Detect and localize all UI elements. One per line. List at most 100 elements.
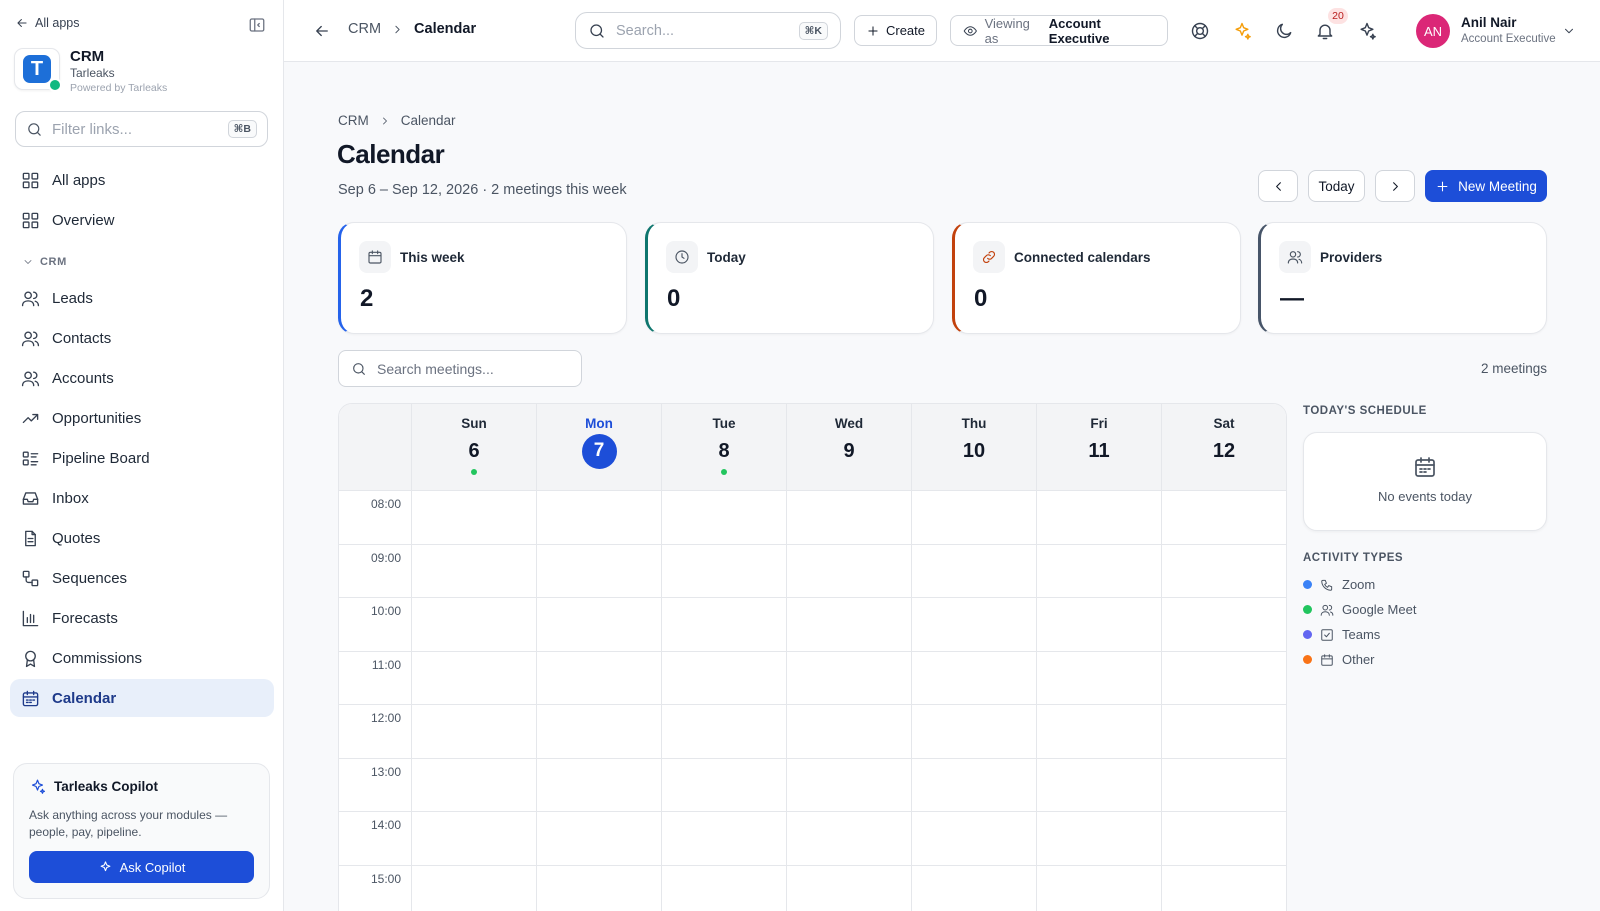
copilot-title: Tarleaks Copilot — [54, 779, 159, 794]
hour-row[interactable]: 10:00 — [339, 598, 1286, 652]
avatar[interactable]: AN — [1416, 14, 1450, 48]
sidebar-item-all-apps[interactable]: All apps — [10, 161, 274, 199]
moon-icon[interactable] — [1274, 21, 1294, 41]
sidebar-item-label: Opportunities — [52, 409, 142, 427]
create-button[interactable]: Create — [854, 15, 937, 46]
grid-divider — [536, 491, 537, 911]
chevron-down-icon[interactable] — [1562, 24, 1576, 38]
hour-row[interactable]: 09:00 — [339, 545, 1286, 598]
day-header-mon[interactable]: Mon 7 — [536, 404, 661, 491]
page-subtitle: Sep 6 – Sep 12, 2026 · 2 meetings this w… — [338, 182, 627, 198]
phone-icon — [1321, 579, 1333, 591]
notification-count-badge: 20 — [1328, 8, 1348, 24]
stat-label: Providers — [1320, 250, 1383, 265]
previous-week-button[interactable] — [1258, 170, 1298, 202]
chevron-down-icon — [24, 260, 32, 264]
search-icon — [353, 362, 365, 375]
chevron-right-icon — [1392, 181, 1398, 191]
sidebar-section-crm[interactable]: CRM — [22, 256, 67, 268]
sidebar-item-label: All apps — [52, 171, 106, 189]
breadcrumb-crm[interactable]: CRM — [348, 21, 381, 37]
hour-label: 15:00 — [370, 871, 401, 886]
day-header-sun[interactable]: Sun 6 — [411, 404, 536, 491]
back-label: All apps — [35, 16, 80, 30]
sidebar-item-contacts[interactable]: Contacts — [10, 319, 274, 357]
event-indicator-dot — [721, 469, 727, 475]
grid-divider — [911, 491, 912, 911]
list-icon — [22, 450, 39, 466]
user-name[interactable]: Anil Nair — [1461, 15, 1517, 30]
sidebar-item-sequences[interactable]: Sequences — [10, 559, 274, 597]
calendar-header: Sun 6 Mon 7 Tue 8 Wed 9 Thu 10 Fri 11 Sa… — [339, 404, 1286, 491]
sidebar-item-label: Sequences — [52, 569, 128, 587]
day-name: Sun — [461, 416, 487, 431]
hour-label: 14:00 — [370, 818, 401, 832]
sidebar-item-calendar[interactable]: Calendar — [10, 679, 274, 717]
sidebar-item-commissions[interactable]: Commissions — [10, 639, 274, 677]
event-indicator-dot — [471, 469, 477, 475]
users-icon — [1287, 251, 1303, 264]
sidebar-collapse-icon[interactable] — [248, 16, 266, 34]
chevron-right-icon — [395, 25, 400, 33]
new-meeting-button[interactable]: New Meeting — [1425, 170, 1547, 202]
hour-row[interactable]: 13:00 — [339, 759, 1286, 812]
filter-links-input[interactable]: Filter links... ⌘B — [15, 111, 268, 147]
grid-divider — [1161, 491, 1162, 911]
sidebar-item-overview[interactable]: Overview — [10, 201, 274, 239]
hour-row[interactable]: 15:00 — [339, 866, 1286, 911]
sidebar-item-leads[interactable]: Leads — [10, 279, 274, 317]
hour-row[interactable]: 11:00 — [339, 652, 1286, 705]
hour-row[interactable]: 12:00 — [339, 705, 1286, 759]
meeting-search-input[interactable]: Search meetings... — [338, 350, 582, 387]
grid-divider — [1036, 491, 1037, 911]
day-name: Sat — [1213, 416, 1235, 431]
calendar-icon — [1321, 653, 1333, 666]
user-role: Account Executive — [1461, 33, 1556, 45]
day-header-wed[interactable]: Wed 9 — [786, 404, 911, 491]
viewing-role: Account Executive — [1048, 15, 1110, 46]
bell-icon[interactable] — [1315, 21, 1335, 41]
clock-icon — [675, 250, 689, 264]
hour-row[interactable]: 08:00 — [339, 491, 1286, 545]
day-header-sat[interactable]: Sat 12 — [1161, 404, 1286, 491]
activity-type-google-meet: Google Meet — [1303, 602, 1416, 617]
breadcrumb: CRM Calendar — [348, 21, 476, 37]
day-name: Tue — [712, 416, 736, 431]
sparkles-icon — [31, 779, 46, 794]
sidebar-item-forecasts[interactable]: Forecasts — [10, 599, 274, 637]
sidebar-item-quotes[interactable]: Quotes — [10, 519, 274, 557]
workflow-icon — [22, 570, 39, 586]
day-header-fri[interactable]: Fri 11 — [1036, 404, 1161, 491]
arrow-left-icon[interactable] — [313, 22, 331, 40]
back-to-all-apps-link[interactable]: All apps — [15, 16, 79, 30]
stat-value: 0 — [667, 285, 681, 312]
copilot-description: Ask anything across your modules — peopl… — [29, 808, 228, 839]
sidebar-item-opportunities[interactable]: Opportunities — [10, 399, 274, 437]
brand: T CRM Tarleaks Powered by Tarleaks — [14, 48, 167, 94]
sidebar-item-accounts[interactable]: Accounts — [10, 359, 274, 397]
week-calendar-grid: Sun 6 Mon 7 Tue 8 Wed 9 Thu 10 Fri 11 Sa… — [338, 403, 1287, 911]
stat-card-providers: Providers — — [1258, 222, 1547, 334]
activity-type-other: Other — [1303, 652, 1375, 667]
global-search-input[interactable]: Search... ⌘K — [575, 12, 841, 49]
calendar-icon — [368, 250, 382, 264]
help-buoy-icon[interactable] — [1190, 21, 1210, 41]
page-breadcrumb-crm[interactable]: CRM — [338, 113, 369, 128]
day-header-thu[interactable]: Thu 10 — [911, 404, 1036, 491]
grid-icon — [22, 172, 39, 188]
day-header-tue[interactable]: Tue 8 — [661, 404, 786, 491]
hour-row[interactable]: 14:00 — [339, 812, 1286, 866]
hour-label: 12:00 — [370, 711, 401, 725]
activity-type-zoom: Zoom — [1303, 577, 1375, 592]
sparkles-icon[interactable] — [1357, 21, 1377, 41]
viewing-prefix: Viewing as — [984, 15, 1030, 46]
sparkle-icon[interactable] — [1232, 21, 1252, 41]
stat-label: Today — [707, 250, 746, 265]
page-breadcrumb: CRM Calendar — [338, 113, 456, 128]
sidebar-item-inbox[interactable]: Inbox — [10, 479, 274, 517]
viewing-as-selector[interactable]: Viewing as Account Executive — [950, 15, 1168, 46]
sidebar-item-pipeline-board[interactable]: Pipeline Board — [10, 439, 274, 477]
next-week-button[interactable] — [1375, 170, 1415, 202]
ask-copilot-button[interactable]: Ask Copilot — [29, 851, 254, 883]
today-button[interactable]: Today — [1308, 170, 1365, 202]
